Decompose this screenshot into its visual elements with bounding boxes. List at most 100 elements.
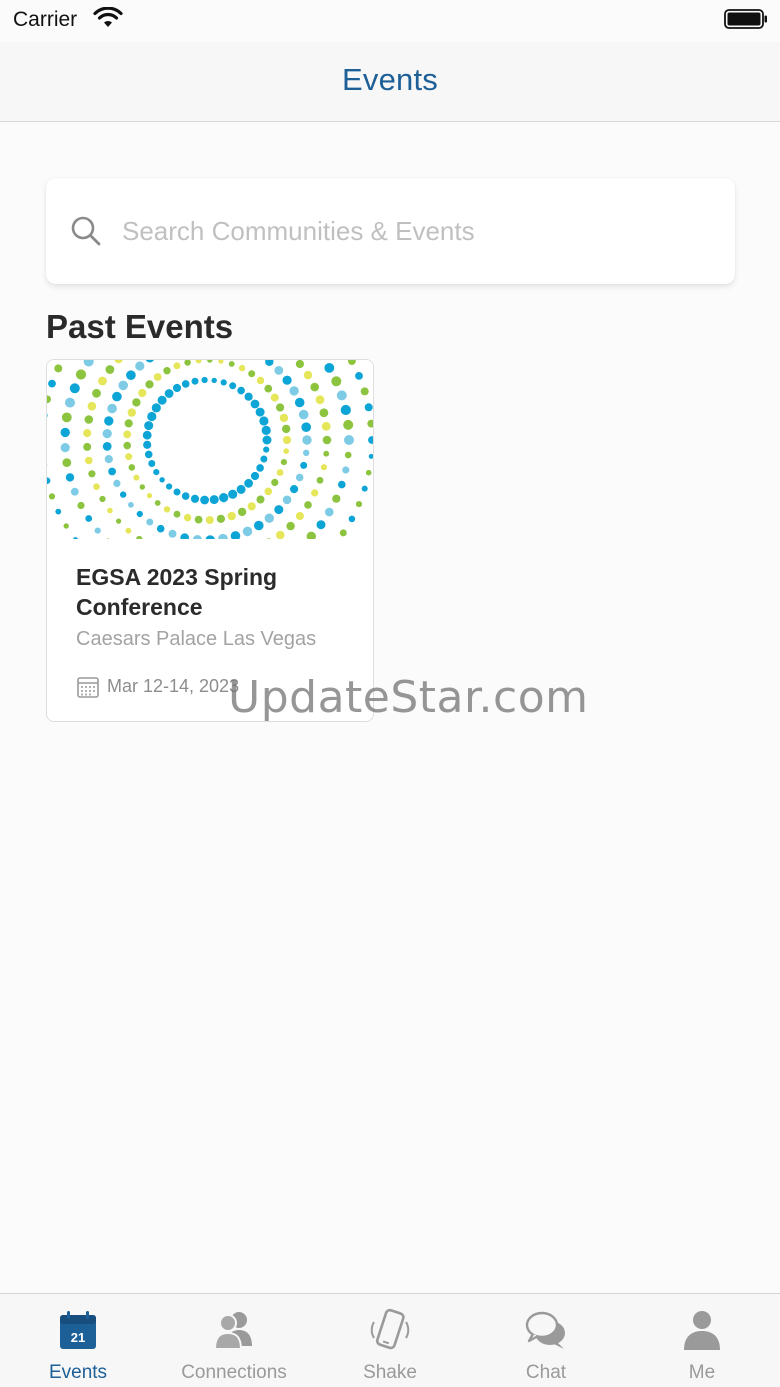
banner-dot bbox=[87, 401, 97, 411]
banner-dot bbox=[344, 435, 354, 445]
banner-dot bbox=[163, 367, 171, 375]
banner-dot bbox=[99, 495, 106, 503]
banner-dot bbox=[310, 382, 320, 392]
banner-dot bbox=[60, 443, 70, 453]
banner-dot bbox=[112, 391, 122, 402]
banner-dot bbox=[143, 440, 152, 449]
banner-dot bbox=[108, 467, 116, 476]
wifi-icon bbox=[93, 7, 123, 27]
banner-dot bbox=[168, 529, 177, 538]
banner-dot bbox=[156, 524, 165, 533]
banner-dot bbox=[61, 412, 72, 423]
banner-dot bbox=[128, 501, 134, 508]
search-bar[interactable] bbox=[46, 178, 735, 284]
banner-dot bbox=[250, 471, 260, 481]
banner-dot bbox=[315, 395, 325, 405]
banner-dot bbox=[105, 365, 115, 374]
banner-dot bbox=[218, 533, 228, 539]
banner-dot bbox=[47, 477, 51, 484]
banner-dot bbox=[300, 461, 308, 469]
banner-dot bbox=[355, 501, 363, 508]
banner-dot bbox=[153, 373, 162, 381]
banner-dot bbox=[321, 421, 331, 431]
banner-dot bbox=[190, 494, 200, 503]
banner-dot bbox=[261, 425, 271, 435]
banner-dot bbox=[323, 450, 330, 457]
banner-dot bbox=[94, 527, 101, 534]
banner-dot bbox=[62, 458, 72, 467]
banner-dot bbox=[264, 384, 273, 393]
banner-dot bbox=[48, 379, 56, 388]
banner-dot bbox=[229, 382, 237, 390]
banner-dot bbox=[295, 473, 304, 482]
banner-dot bbox=[264, 513, 274, 523]
chat-bubbles-icon bbox=[525, 1311, 565, 1349]
tab-events[interactable]: 21 Events bbox=[0, 1294, 156, 1387]
banner-dot bbox=[128, 464, 136, 471]
banner-dot bbox=[65, 397, 75, 408]
banner-dot bbox=[298, 409, 309, 420]
tab-me[interactable]: Me bbox=[624, 1294, 780, 1387]
calendar-icon bbox=[77, 677, 99, 698]
person-icon bbox=[684, 1311, 720, 1350]
banner-dot bbox=[259, 416, 269, 426]
banner-dot bbox=[83, 429, 92, 438]
banner-dot bbox=[254, 520, 264, 531]
banner-dot bbox=[294, 397, 305, 408]
banner-dot bbox=[274, 366, 284, 375]
calendar-day: 21 bbox=[71, 1330, 85, 1345]
banner-dot bbox=[163, 506, 171, 513]
phone-shake-icon bbox=[370, 1308, 410, 1350]
banner-dot bbox=[173, 362, 181, 370]
banner-dot bbox=[311, 489, 319, 497]
banner-dot bbox=[205, 535, 215, 539]
banner-dot bbox=[153, 469, 160, 476]
banner-dot bbox=[361, 485, 368, 492]
banner-dot bbox=[282, 435, 292, 445]
tab-shake[interactable]: Shake bbox=[312, 1294, 468, 1387]
banner-dot bbox=[247, 502, 256, 511]
banner-dot bbox=[282, 495, 292, 505]
banner-dot bbox=[286, 521, 295, 531]
banner-dot bbox=[148, 460, 156, 467]
banner-dot bbox=[228, 489, 238, 499]
banner-dot bbox=[289, 386, 299, 396]
banner-dot bbox=[125, 527, 132, 534]
page-title: Events bbox=[342, 61, 438, 97]
banner-dot bbox=[173, 510, 181, 518]
banner-dot bbox=[102, 429, 112, 439]
tab-connections[interactable]: Connections bbox=[156, 1294, 312, 1387]
banner-dot bbox=[47, 395, 51, 404]
banner-dot bbox=[322, 435, 332, 445]
banner-dot bbox=[126, 370, 136, 380]
banner-dot bbox=[157, 395, 167, 405]
banner-dot bbox=[237, 507, 247, 517]
banner-dot bbox=[302, 435, 312, 445]
banner-dot bbox=[331, 376, 342, 387]
banner-dot bbox=[118, 380, 128, 391]
banner-dot bbox=[219, 493, 229, 503]
banner-dot bbox=[48, 493, 56, 500]
banner-dot bbox=[107, 403, 117, 414]
search-input[interactable] bbox=[122, 211, 712, 251]
banner-dot bbox=[228, 361, 235, 367]
banner-dot bbox=[107, 507, 113, 514]
banner-dot bbox=[290, 485, 299, 494]
banner-dot bbox=[264, 487, 273, 496]
banner-dot bbox=[55, 508, 62, 515]
tab-label-connections: Connections bbox=[181, 1362, 287, 1383]
banner-dot bbox=[276, 530, 285, 539]
banner-dot bbox=[75, 369, 87, 380]
banner-dot bbox=[348, 360, 356, 365]
banner-dot bbox=[104, 455, 113, 464]
banner-dot bbox=[194, 515, 203, 524]
banner-dot bbox=[132, 398, 141, 407]
event-card[interactable]: EGSA 2023 Spring Conference Caesars Pala… bbox=[46, 359, 374, 722]
banner-dot bbox=[47, 413, 48, 418]
banner-dot bbox=[102, 442, 112, 451]
banner-dot bbox=[172, 383, 182, 393]
banner-dot bbox=[244, 392, 253, 401]
banner-dot bbox=[368, 436, 373, 444]
banner-dot bbox=[70, 487, 79, 496]
tab-chat[interactable]: Chat bbox=[468, 1294, 624, 1387]
